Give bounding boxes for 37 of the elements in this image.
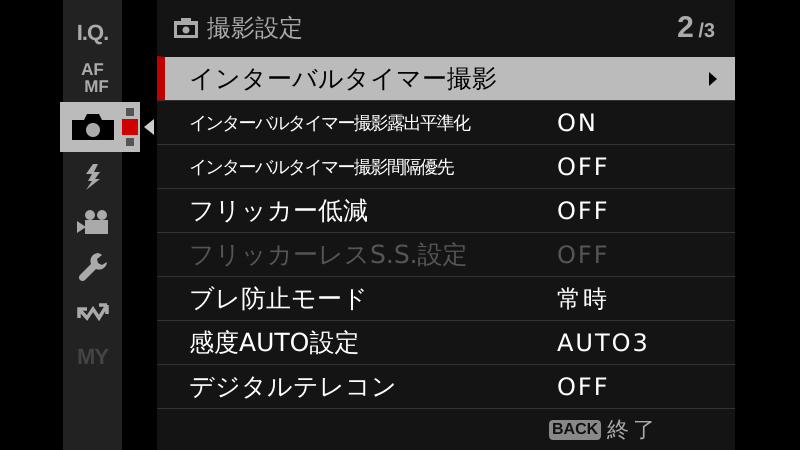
setting-label: インターバルタイマー撮影間隔優先 (189, 156, 454, 178)
setting-label: ブレ防止モード (189, 283, 369, 315)
menu-row[interactable]: ブレ防止モード 常時 (157, 276, 735, 320)
camera-icon (173, 17, 199, 39)
pointer-icon (144, 119, 154, 135)
setting-value: 常時 (557, 284, 610, 314)
setting-label: フリッカーレスS.S.設定 (189, 239, 469, 271)
menu-tab[interactable]: I.Q. (63, 10, 122, 55)
setting-value: OFF (557, 372, 610, 400)
menu-row[interactable]: インターバルタイマー撮影露出平準化 ON (157, 100, 735, 144)
menu-row[interactable]: インターバルタイマー撮影間隔優先 OFF (157, 144, 735, 188)
back-key: BACK (549, 420, 602, 440)
setting-value: AUTO3 (557, 328, 651, 356)
menu-row[interactable]: 感度AUTO設定 AUTO3 (157, 320, 735, 364)
menu-row[interactable]: フリッカー低減 OFF (157, 188, 735, 232)
menu-row[interactable]: デジタルテレコン OFF (157, 364, 735, 408)
key-action: 終了 (607, 416, 660, 444)
setting-value: OFF (557, 240, 610, 268)
setting-label: インターバルタイマー撮影 (189, 63, 498, 95)
setting-label: 感度AUTO設定 (189, 327, 360, 359)
menu-row[interactable]: インターバルタイマー撮影 (157, 56, 735, 100)
camera-icon (70, 112, 116, 142)
menu-title: 撮影設定 (207, 13, 304, 44)
setting-label: デジタルテレコン (189, 371, 398, 403)
menu-tab-label: I.Q. (76, 20, 108, 46)
wrench-icon (78, 252, 108, 282)
setting-value: OFF (557, 152, 610, 180)
setting-label: フリッカー低減 (189, 195, 369, 227)
setting-label: インターバルタイマー撮影露出平準化 (189, 112, 471, 134)
movie-camera-icon (76, 208, 110, 234)
wireless-icon (76, 302, 110, 322)
setting-value: OFF (557, 196, 610, 224)
lightning-icon (84, 164, 102, 190)
menu-tab-label: AF MF (80, 60, 109, 94)
menu-tab[interactable]: AF MF (63, 55, 122, 100)
setting-value: ON (557, 108, 599, 136)
page-number: 2/3 (677, 11, 715, 45)
